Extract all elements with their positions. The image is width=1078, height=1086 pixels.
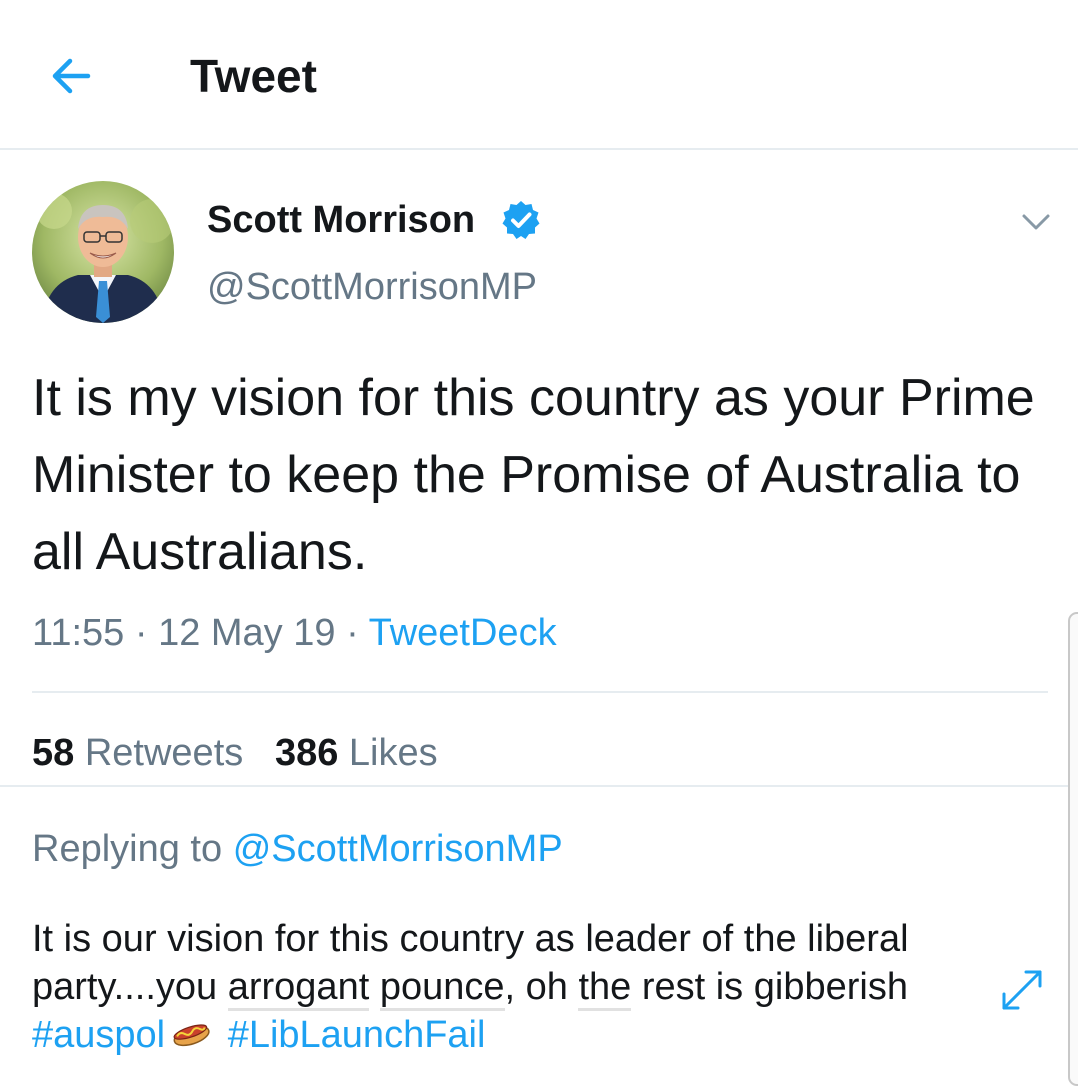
app-bar: Tweet	[0, 0, 1078, 150]
chevron-down-icon	[1022, 214, 1050, 230]
hashtag-link[interactable]: #auspol	[32, 1014, 165, 1056]
likes-stat[interactable]: 386 Likes	[275, 732, 438, 774]
tweet-date: 12 May 19	[158, 612, 336, 654]
arrow-left-icon	[52, 58, 91, 94]
hotdog-emoji-icon	[173, 1024, 210, 1047]
tweet-time: 11:55	[32, 612, 125, 654]
meta-separator: ·	[134, 612, 148, 654]
retweets-label: Retweets	[84, 732, 244, 774]
replying-to: Replying to @ScottMorrisonMP	[32, 824, 563, 874]
spellcheck-word[interactable]: the	[578, 966, 632, 1011]
back-button[interactable]	[44, 50, 100, 102]
tweet-source-link[interactable]: TweetDeck	[369, 612, 557, 654]
divider	[32, 691, 1048, 693]
author-name[interactable]: Scott Morrison	[207, 196, 475, 244]
likes-count: 386	[274, 732, 339, 774]
spellcheck-word[interactable]: arrogant	[227, 966, 370, 1011]
page-title: Tweet	[190, 50, 317, 102]
meta-separator: ·	[346, 612, 359, 654]
verified-badge-icon	[502, 201, 540, 239]
tweet-text: It is my vision for this country as your…	[32, 369, 1035, 581]
tweet-stats: 58 Retweets 386 Likes	[32, 727, 438, 779]
hashtag-link[interactable]: #LibLaunchFail	[228, 1014, 486, 1056]
reply-text-segment: rest is gibberish	[631, 966, 908, 1008]
replying-prefix: Replying to	[32, 828, 223, 870]
reply-text-segment: , oh	[504, 966, 579, 1008]
divider	[0, 785, 1078, 787]
retweets-count: 58	[32, 732, 75, 774]
expand-arrows-icon	[1002, 970, 1042, 1010]
retweets-stat[interactable]: 58 Retweets	[32, 732, 243, 774]
profile-photo	[32, 181, 174, 323]
reply-text-segment	[369, 966, 380, 1008]
likes-label: Likes	[348, 732, 438, 774]
reply-text: It is our vision for this country as lea…	[32, 915, 982, 1059]
tweet-menu-button[interactable]	[1016, 202, 1056, 242]
replying-handle-link[interactable]: @ScottMorrisonMP	[233, 828, 563, 870]
spellcheck-word[interactable]: pounce	[379, 966, 505, 1011]
scrollbar[interactable]	[1068, 612, 1078, 1086]
expand-button[interactable]	[996, 964, 1048, 1016]
author-handle: @ScottMorrisonMP	[207, 266, 537, 308]
tweet-meta: 11:55 · 12 May 19 · TweetDeck	[32, 607, 557, 659]
avatar[interactable]	[32, 181, 174, 323]
